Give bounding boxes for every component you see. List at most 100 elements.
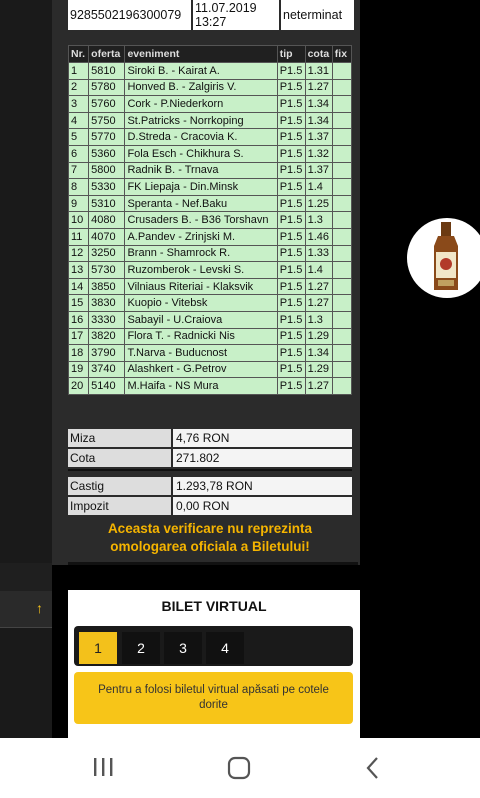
back-icon[interactable]	[364, 756, 382, 785]
table-row[interactable]: 20 5140 M.Haifa - NS Mura P1.5 1.27	[67, 377, 353, 395]
table-row[interactable]: 1 5810 Siroki B. - Kairat A. P1.5 1.31	[67, 62, 353, 80]
table-row[interactable]: 4 5750 St.Patricks - Norrkoping P1.5 1.34	[67, 111, 353, 130]
miza-row: Miza 4,76 RON	[68, 429, 352, 447]
table-body: 1 5810 Siroki B. - Kairat A. P1.5 1.31 2 5780 H…	[67, 62, 353, 395]
table-row[interactable]: 12 3250 Brann - Shamrock R. P1.5 1.33	[67, 244, 353, 263]
cell-oferta: 5140	[88, 377, 126, 395]
impozit-row: Impozit 0,00 RON	[68, 497, 352, 515]
cell-fix	[331, 95, 353, 113]
castig-value: 1.293,78 RON	[173, 477, 352, 495]
cell-cota[interactable]: 1.32	[304, 144, 333, 163]
cell-nr: 12	[67, 244, 90, 263]
cell-nr: 14	[67, 277, 90, 296]
cell-eveniment: Kuopio - Vitebsk	[124, 294, 278, 312]
table-row[interactable]: 15 3830 Kuopio - Vitebsk P1.5 1.27	[67, 294, 353, 312]
cell-eveniment: Siroki B. - Kairat A.	[124, 62, 278, 80]
cell-nr: 9	[67, 194, 90, 213]
cell-fix	[331, 194, 353, 213]
cell-cota[interactable]: 1.27	[304, 277, 333, 296]
table-row[interactable]: 17 3820 Flora T. - Radnicki Nis P1.5 1.29	[67, 327, 353, 346]
table-row[interactable]: 18 3790 T.Narva - Buducnost P1.5 1.34	[67, 344, 353, 362]
cell-fix	[331, 178, 353, 196]
bottle-ad-icon[interactable]	[407, 218, 480, 298]
cell-oferta: 3830	[88, 294, 126, 312]
cell-tip: P1.5	[276, 227, 306, 246]
ticket-header: 9285502196300079 11.07.2019 13:27 neterm…	[68, 0, 354, 30]
cell-tip: P1.5	[276, 211, 306, 229]
cell-cota[interactable]: 1.34	[304, 95, 333, 113]
cell-nr: 19	[67, 360, 90, 379]
cell-cota[interactable]: 1.37	[304, 128, 333, 146]
cell-cota[interactable]: 1.34	[304, 344, 333, 362]
col-fix-header: fix	[331, 45, 353, 63]
cell-cota[interactable]: 1.3	[304, 310, 333, 329]
impozit-value: 0,00 RON	[173, 497, 352, 515]
table-row[interactable]: 7 5800 Radnik B. - Trnava P1.5 1.37	[67, 161, 353, 180]
table-row[interactable]: 11 4070 A.Pandev - Zrinjski M. P1.5 1.46	[67, 227, 353, 246]
cell-cota[interactable]: 1.31	[304, 62, 333, 80]
cell-oferta: 3820	[88, 327, 126, 346]
scroll-up-arrow-icon[interactable]: ↑	[36, 600, 43, 616]
cell-tip: P1.5	[276, 111, 306, 130]
cell-cota[interactable]: 1.29	[304, 327, 333, 346]
left-collapse-bar[interactable]	[0, 591, 52, 628]
cell-cota[interactable]: 1.27	[304, 78, 333, 97]
tab-4[interactable]: 4	[206, 632, 244, 664]
cell-fix	[331, 344, 353, 362]
table-row[interactable]: 13 5730 Ruzomberok - Levski S. P1.5 1.4	[67, 261, 353, 279]
tab-2[interactable]: 2	[122, 632, 160, 664]
cell-cota[interactable]: 1.4	[304, 261, 333, 279]
table-row[interactable]: 19 3740 Alashkert - G.Petrov P1.5 1.29	[67, 360, 353, 379]
tab-1[interactable]: 1	[79, 632, 117, 664]
cell-cota[interactable]: 1.27	[304, 377, 333, 395]
cell-nr: 8	[67, 178, 90, 196]
cell-cota[interactable]: 1.37	[304, 161, 333, 180]
cell-tip: P1.5	[276, 277, 306, 296]
table-row[interactable]: 14 3850 Vilniaus Riteriai - Klaksvik P1.5 1.…	[67, 277, 353, 296]
cell-eveniment: Crusaders B. - B36 Torshavn	[124, 211, 278, 229]
cell-nr: 17	[67, 327, 90, 346]
table-row[interactable]: 9 5310 Speranta - Nef.Baku P1.5 1.25	[67, 194, 353, 213]
tab-3[interactable]: 3	[164, 632, 202, 664]
cell-fix	[331, 310, 353, 329]
ticket-summary: Miza 4,76 RON Cota 271.802 Castig 1.293,…	[68, 429, 352, 517]
ticket-time: 13:27	[195, 15, 227, 29]
cell-cota[interactable]: 1.29	[304, 360, 333, 379]
table-row[interactable]: 8 5330 FK Liepaja - Din.Minsk P1.5 1.4	[67, 178, 353, 196]
cell-eveniment: A.Pandev - Zrinjski M.	[124, 227, 278, 246]
table-row[interactable]: 6 5360 Fola Esch - Chikhura S. P1.5 1.32	[67, 144, 353, 163]
cell-cota[interactable]: 1.34	[304, 111, 333, 130]
virtual-ticket-tabs: 1 2 3 4	[74, 626, 353, 666]
castig-label: Castig	[68, 477, 171, 495]
cell-cota[interactable]: 1.4	[304, 178, 333, 196]
cell-cota[interactable]: 1.46	[304, 227, 333, 246]
cell-cota[interactable]: 1.3	[304, 211, 333, 229]
home-icon[interactable]	[227, 756, 251, 785]
cell-nr: 15	[67, 294, 90, 312]
cell-tip: P1.5	[276, 377, 306, 395]
cell-eveniment: Brann - Shamrock R.	[124, 244, 278, 263]
cell-cota[interactable]: 1.33	[304, 244, 333, 263]
cota-label: Cota	[68, 449, 171, 467]
cell-cota[interactable]: 1.27	[304, 294, 333, 312]
cell-fix	[331, 377, 353, 395]
cell-tip: P1.5	[276, 95, 306, 113]
cell-tip: P1.5	[276, 360, 306, 379]
cell-fix	[331, 360, 353, 379]
recent-apps-icon[interactable]	[92, 756, 116, 783]
cell-nr: 3	[67, 95, 90, 113]
table-row[interactable]: 16 3330 Sabayil - U.Craiova P1.5 1.3	[67, 310, 353, 329]
cell-cota[interactable]: 1.25	[304, 194, 333, 213]
cell-oferta: 3330	[88, 310, 126, 329]
table-row[interactable]: 5 5770 D.Streda - Cracovia K. P1.5 1.37	[67, 128, 353, 146]
cell-fix	[331, 244, 353, 263]
table-row[interactable]: 3 5760 Cork - P.Niederkorn P1.5 1.34	[67, 95, 353, 113]
table-row[interactable]: 10 4080 Crusaders B. - B36 Torshavn P1.5 1.3	[67, 211, 353, 229]
col-oferta-header: oferta	[88, 45, 126, 63]
cell-oferta: 3250	[88, 244, 126, 263]
cell-oferta: 5750	[88, 111, 126, 130]
table-row[interactable]: 2 5780 Honved B. - Zalgiris V. P1.5 1.27	[67, 78, 353, 97]
cell-tip: P1.5	[276, 128, 306, 146]
cell-fix	[331, 277, 353, 296]
cell-nr: 2	[67, 78, 90, 97]
